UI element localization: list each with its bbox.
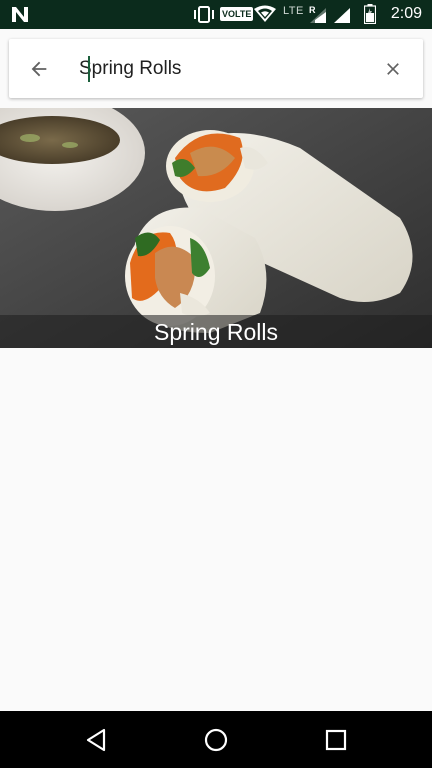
- volte-badge: VOLTE: [220, 7, 254, 21]
- result-card[interactable]: Spring Rolls: [0, 108, 432, 348]
- search-input[interactable]: [79, 53, 369, 85]
- signal-icon: [334, 8, 350, 23]
- vibrate-icon: [194, 6, 214, 23]
- status-clock: 2:09: [390, 5, 422, 22]
- nav-recents-button[interactable]: [319, 723, 353, 757]
- nav-back-icon: [86, 728, 106, 752]
- back-button[interactable]: [21, 51, 57, 87]
- text-cursor: [88, 56, 90, 82]
- nav-home-icon: [204, 728, 228, 752]
- arrow-back-icon: [31, 61, 47, 77]
- clear-button[interactable]: [375, 51, 411, 87]
- battery-icon: [364, 4, 376, 24]
- status-bar: VOLTE LTE R 2:09: [0, 0, 432, 29]
- close-icon: [387, 63, 399, 75]
- network-type-label: LTE: [283, 5, 304, 17]
- wifi-icon: [254, 5, 276, 22]
- result-title: Spring Rolls: [154, 319, 278, 345]
- navigation-bar: [0, 711, 432, 768]
- nav-recents-icon: [325, 729, 347, 751]
- nav-home-button[interactable]: [199, 723, 233, 757]
- n-logo-icon: [12, 7, 28, 22]
- search-bar: [9, 39, 423, 98]
- signal-icon: [310, 8, 326, 23]
- nav-back-button[interactable]: [79, 723, 113, 757]
- spring-rolls-photo: [0, 108, 432, 348]
